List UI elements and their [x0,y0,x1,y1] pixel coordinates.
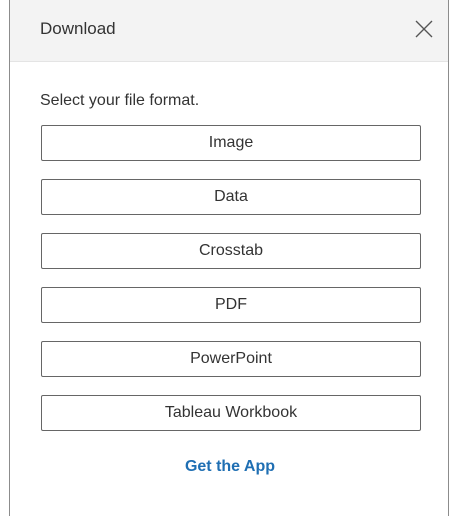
file-format-prompt: Select your file format. [40,92,200,109]
dialog-title: Download [40,19,116,38]
data-button[interactable]: Data [41,179,421,215]
crosstab-button[interactable]: Crosstab [41,233,421,269]
download-dialog: Download Select your file format. Image … [9,0,449,516]
get-the-app-link[interactable]: Get the App [10,458,450,476]
tableau-workbook-button[interactable]: Tableau Workbook [41,395,421,431]
pdf-button[interactable]: PDF [41,287,421,323]
image-button[interactable]: Image [41,125,421,161]
dialog-header: Download [10,0,448,62]
powerpoint-button[interactable]: PowerPoint [41,341,421,377]
close-icon[interactable] [412,17,436,41]
